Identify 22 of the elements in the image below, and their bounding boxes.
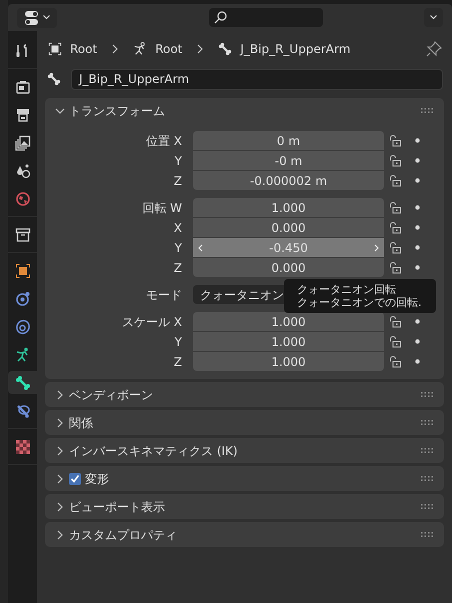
panel-title: 関係 xyxy=(69,414,93,432)
panel-title: インバースキネマティクス (IK) xyxy=(69,442,238,460)
tooltip-description: クォータニオンでの回転. xyxy=(297,296,422,309)
panel-title: 変形 xyxy=(85,470,109,488)
breadcrumb-label: J_Bip_R_UpperArm xyxy=(240,41,350,58)
panel-title: ビューポート表示 xyxy=(69,498,165,516)
panel-title: ベンディボーン xyxy=(69,386,153,404)
field-label: 回転 W xyxy=(141,200,183,216)
field-label: Y xyxy=(174,240,183,256)
field-label: Z xyxy=(172,172,183,190)
tooltip-title: クォータニオン回転 xyxy=(297,283,397,296)
field-label: スケール X xyxy=(120,314,183,330)
field-label: モード xyxy=(145,286,183,304)
field-label: 位置 X xyxy=(144,132,183,150)
field-label: Z xyxy=(172,260,183,276)
field-label: Y xyxy=(174,334,183,350)
breadcrumb-label: Root xyxy=(70,41,98,58)
field-label: Z xyxy=(172,354,183,370)
field-label: Y xyxy=(174,152,183,170)
field-label: X xyxy=(172,220,183,236)
panel-title: カスタムプロパティ xyxy=(69,526,177,544)
breadcrumb-label: Root xyxy=(155,41,182,58)
